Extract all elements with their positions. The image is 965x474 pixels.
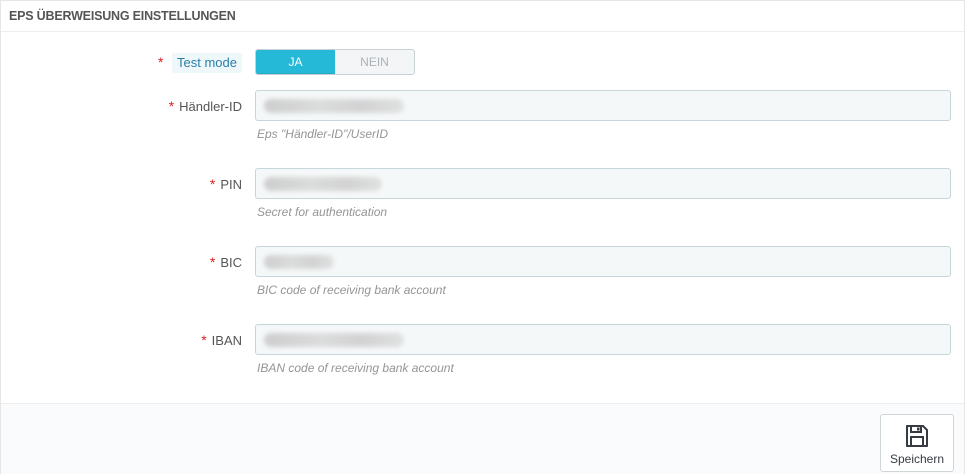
- test-mode-switch[interactable]: JA NEIN: [255, 49, 415, 75]
- iban-label: * IBAN: [201, 332, 242, 348]
- haendler-id-input[interactable]: [255, 90, 951, 121]
- required-mark: *: [201, 332, 207, 348]
- bic-label: * BIC: [210, 254, 242, 270]
- required-mark: *: [168, 98, 175, 114]
- pin-input[interactable]: [255, 168, 951, 199]
- pin-help: Secret for authentication: [257, 205, 388, 219]
- floppy-disk-icon: [906, 425, 928, 447]
- test-mode-label: * Test mode: [158, 53, 242, 73]
- bic-input[interactable]: [255, 246, 951, 277]
- pin-label: * PIN: [210, 176, 242, 192]
- redacted-value: [264, 254, 334, 269]
- haendler-id-label: * Händler-ID: [169, 98, 242, 114]
- pin-label-text: PIN: [220, 177, 242, 192]
- iban-help: IBAN code of receiving bank account: [257, 361, 454, 375]
- bic-help: BIC code of receiving bank account: [257, 283, 446, 297]
- haendler-id-label-text: Händler-ID: [179, 99, 242, 114]
- save-button-label: Speichern: [889, 452, 945, 466]
- redacted-value: [264, 98, 404, 113]
- panel-title: EPS ÜBERWEISUNG EINSTELLUNGEN: [1, 1, 964, 32]
- required-mark: *: [209, 176, 216, 192]
- required-mark: *: [157, 54, 164, 70]
- settings-panel: EPS ÜBERWEISUNG EINSTELLUNGEN * Test mod…: [0, 0, 965, 474]
- test-mode-no[interactable]: NEIN: [335, 50, 414, 74]
- iban-input[interactable]: [255, 324, 951, 355]
- bic-label-text: BIC: [220, 255, 242, 270]
- test-mode-label-text[interactable]: Test mode: [172, 53, 242, 73]
- haendler-id-help: Eps "Händler-ID"/UserID: [257, 127, 389, 141]
- redacted-value: [264, 176, 382, 191]
- panel-footer: Speichern: [1, 403, 964, 474]
- test-mode-yes[interactable]: JA: [256, 50, 335, 74]
- redacted-value: [264, 332, 404, 347]
- iban-label-text: IBAN: [211, 333, 242, 348]
- save-button[interactable]: Speichern: [880, 414, 954, 472]
- required-mark: *: [209, 254, 216, 270]
